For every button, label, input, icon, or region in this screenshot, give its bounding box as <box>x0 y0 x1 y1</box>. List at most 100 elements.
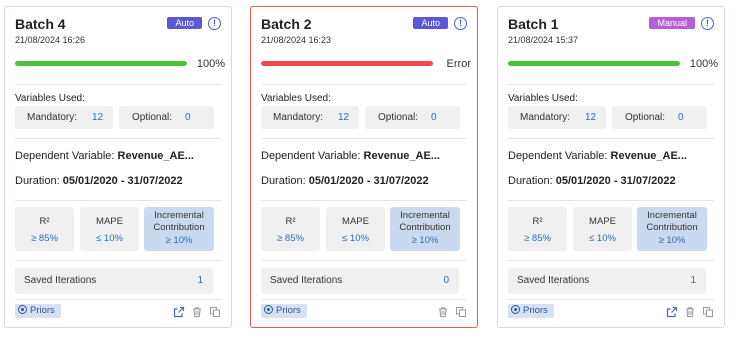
batch-title: Batch 4 <box>15 16 66 32</box>
dependent-variable: Dependent Variable: Revenue_AE... <box>15 150 194 162</box>
divider <box>261 200 467 201</box>
mandatory-count: 12 <box>338 112 350 123</box>
divider <box>508 260 714 261</box>
duration-value: 05/01/2020 - 31/07/2022 <box>555 175 676 187</box>
settings-check-icon <box>264 305 273 314</box>
saved-iterations[interactable]: Saved Iterations 1 <box>508 268 706 294</box>
dependent-variable: Dependent Variable: Revenue_AE... <box>508 150 687 162</box>
optional-variables: Optional: 0 <box>119 106 214 129</box>
batch-date: 21/08/2024 16:23 <box>261 35 332 45</box>
metric-name: MAPE <box>96 216 123 227</box>
dependent-variable-label: Dependent Variable: <box>508 150 611 162</box>
duration-label: Duration: <box>15 175 63 187</box>
metric-incremental-contribution: Incremental Contribution ≥ 10% <box>144 207 214 251</box>
divider <box>508 84 714 85</box>
duration-value: 05/01/2020 - 31/07/2022 <box>308 175 429 187</box>
mandatory-variables: Mandatory: 12 <box>261 106 359 129</box>
info-icon[interactable]: ! <box>454 17 467 30</box>
divider <box>15 138 221 139</box>
metric-name: R² <box>285 216 296 227</box>
priors-label: Priors <box>30 305 55 316</box>
priors-button[interactable]: Priors <box>261 304 307 318</box>
mode-badge: Auto <box>413 17 448 29</box>
saved-iterations[interactable]: Saved Iterations 0 <box>261 268 459 294</box>
metric-name: MAPE <box>589 216 616 227</box>
metric-r2: R² ≥ 85% <box>508 207 567 251</box>
mandatory-count: 12 <box>92 112 104 123</box>
settings-check-icon <box>511 305 520 314</box>
duration: Duration: 05/01/2020 - 31/07/2022 <box>15 175 183 187</box>
metric-value: ≥ 85% <box>31 233 58 244</box>
settings-check-icon <box>18 305 27 314</box>
metric-name: R² <box>532 216 543 227</box>
saved-iterations-count[interactable]: 1 <box>197 268 203 294</box>
open-external-icon[interactable] <box>666 306 678 318</box>
trash-icon[interactable] <box>437 306 449 318</box>
saved-iterations-label: Saved Iterations <box>24 275 97 286</box>
batch-card[interactable]: Batch 2 21/08/2024 16:23 Auto ! Error Va… <box>250 6 478 328</box>
duration-label: Duration: <box>508 175 556 187</box>
optional-count: 0 <box>678 112 684 123</box>
progress-bar <box>508 61 680 66</box>
mandatory-count: 12 <box>585 112 597 123</box>
progress-status: 100% <box>196 58 225 70</box>
variables-used-label: Variables Used: <box>15 93 85 104</box>
metric-name: MAPE <box>342 216 369 227</box>
optional-label: Optional: <box>132 112 173 123</box>
saved-iterations-label: Saved Iterations <box>517 275 590 286</box>
info-icon[interactable]: ! <box>208 17 221 30</box>
variables-used-label: Variables Used: <box>508 93 578 104</box>
metric-mape: MAPE ≤ 10% <box>573 207 632 251</box>
priors-button[interactable]: Priors <box>508 304 554 318</box>
priors-button[interactable]: Priors <box>15 304 61 318</box>
progress-status: Error <box>446 58 471 70</box>
metric-value: ≥ 10% <box>658 235 686 246</box>
divider <box>15 299 221 300</box>
progress-bar <box>261 61 433 66</box>
batch-title: Batch 1 <box>508 16 559 32</box>
mode-badge: Manual <box>649 17 695 29</box>
optional-label: Optional: <box>378 112 419 123</box>
divider <box>508 138 714 139</box>
trash-icon[interactable] <box>191 306 203 318</box>
metric-value: ≤ 10% <box>589 233 616 244</box>
divider <box>508 200 714 201</box>
divider <box>261 84 467 85</box>
divider <box>15 260 221 261</box>
copy-icon[interactable] <box>209 306 221 318</box>
mandatory-variables: Mandatory: 12 <box>15 106 113 129</box>
copy-icon[interactable] <box>455 306 467 318</box>
saved-iterations[interactable]: Saved Iterations 1 <box>15 268 213 294</box>
metric-r2: R² ≥ 85% <box>15 207 74 251</box>
batch-card[interactable]: Batch 4 21/08/2024 16:26 Auto ! 100% Var… <box>4 6 232 328</box>
divider <box>15 200 221 201</box>
progress-fill <box>508 61 680 66</box>
divider <box>261 299 467 300</box>
batch-card[interactable]: Batch 1 21/08/2024 15:37 Manual ! 100% V… <box>497 6 725 328</box>
metric-value: ≤ 10% <box>342 233 369 244</box>
dependent-variable-label: Dependent Variable: <box>261 150 364 162</box>
info-icon[interactable]: ! <box>701 17 714 30</box>
mandatory-variables: Mandatory: 12 <box>508 106 606 129</box>
mandatory-label: Mandatory: <box>273 112 324 123</box>
progress-status: 100% <box>689 58 718 70</box>
card-actions <box>173 305 221 319</box>
metric-value: ≥ 85% <box>524 233 551 244</box>
priors-label: Priors <box>276 305 301 316</box>
divider <box>508 299 714 300</box>
mandatory-label: Mandatory: <box>520 112 571 123</box>
open-external-icon[interactable] <box>173 306 185 318</box>
progress-bar <box>15 61 187 66</box>
optional-variables: Optional: 0 <box>365 106 460 129</box>
progress-fill <box>261 61 433 66</box>
saved-iterations-count[interactable]: 1 <box>690 268 696 294</box>
batch-title: Batch 2 <box>261 16 312 32</box>
metric-value: ≤ 10% <box>96 233 123 244</box>
dependent-variable-label: Dependent Variable: <box>15 150 118 162</box>
trash-icon[interactable] <box>684 306 696 318</box>
copy-icon[interactable] <box>702 306 714 318</box>
mandatory-label: Mandatory: <box>27 112 78 123</box>
metric-name: Incremental Contribution <box>153 210 205 233</box>
mode-badge: Auto <box>167 17 202 29</box>
saved-iterations-count[interactable]: 0 <box>443 268 449 294</box>
